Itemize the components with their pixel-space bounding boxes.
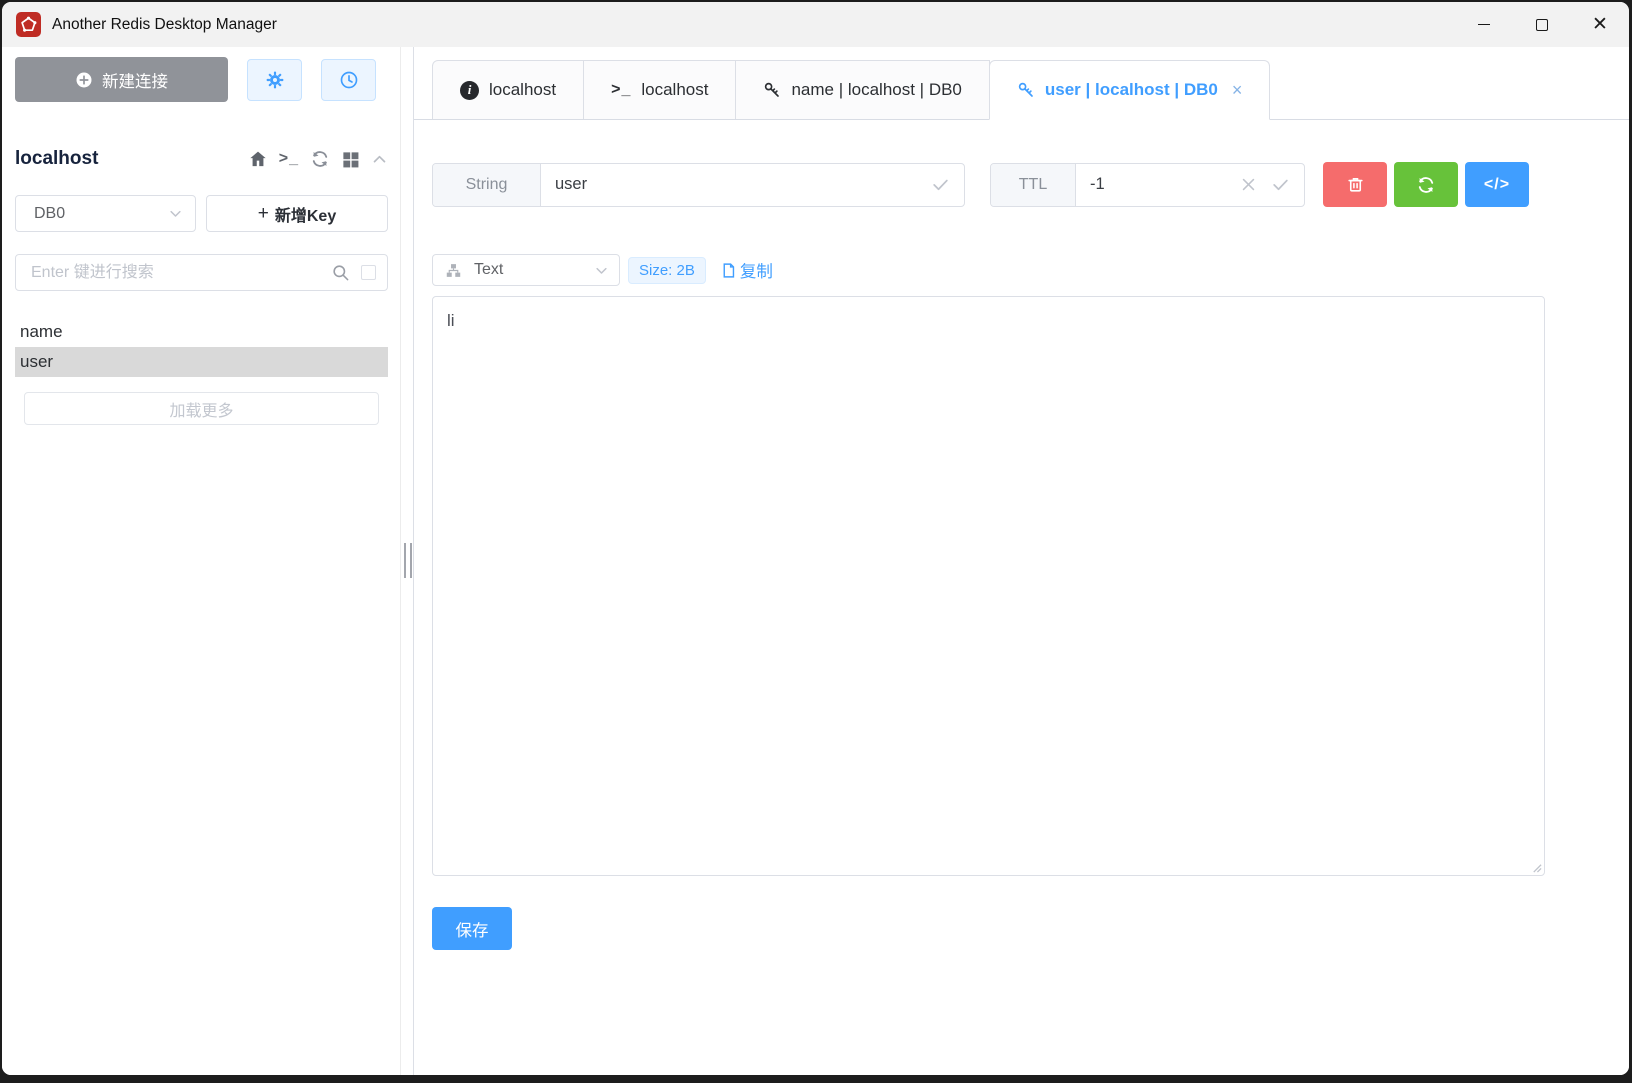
minimize-icon — [1478, 24, 1490, 25]
key-label: user — [20, 352, 53, 372]
clock-icon — [339, 70, 359, 90]
collapse-icon[interactable] — [371, 151, 388, 168]
clear-x-icon[interactable] — [1240, 176, 1257, 193]
minimize-button[interactable] — [1455, 2, 1513, 47]
ttl-group: TTL — [990, 163, 1305, 207]
new-connection-label: 新建连接 — [102, 68, 168, 92]
window-controls: ✕ — [1455, 2, 1629, 47]
key-label: name — [20, 322, 63, 342]
terminal-icon: >_ — [611, 81, 631, 99]
key-header-row: String TTL — [432, 162, 1545, 207]
connection-name: localhost — [15, 148, 98, 170]
tab-server-status[interactable]: i localhost — [432, 60, 584, 119]
copy-value-button[interactable]: 复制 — [720, 258, 773, 282]
divider-drag-handle-icon[interactable] — [404, 543, 412, 578]
key-list-item-selected[interactable]: user — [15, 347, 388, 377]
history-button[interactable] — [321, 59, 376, 101]
tab-label: localhost — [641, 80, 708, 100]
tree-view-icon — [445, 262, 462, 279]
load-more-button[interactable]: 加载更多 — [24, 392, 379, 425]
exact-search-checkbox[interactable] — [361, 265, 376, 280]
app-logo-icon — [16, 12, 41, 37]
ttl-input[interactable] — [1076, 164, 1240, 206]
add-key-button[interactable]: + 新增Key — [206, 195, 388, 232]
tab-terminal[interactable]: >_ localhost — [583, 60, 736, 119]
key-icon — [1017, 81, 1035, 99]
close-button[interactable]: ✕ — [1571, 2, 1629, 47]
key-name-input[interactable] — [541, 164, 931, 206]
key-type-label: String — [433, 164, 541, 206]
gear-icon — [265, 70, 285, 90]
new-connection-button[interactable]: 新建连接 — [15, 57, 228, 102]
terminal-icon[interactable]: >_ — [279, 150, 299, 168]
view-type-select[interactable]: Text — [432, 254, 620, 286]
trash-icon — [1346, 175, 1365, 194]
tab-key-name[interactable]: name | localhost | DB0 — [735, 60, 989, 119]
close-icon: ✕ — [1592, 15, 1608, 34]
window-title: Another Redis Desktop Manager — [52, 16, 277, 34]
tab-label: localhost — [489, 80, 556, 100]
close-tab-icon[interactable]: × — [1232, 80, 1243, 101]
search-icon[interactable] — [331, 263, 350, 282]
info-icon: i — [460, 81, 479, 100]
copy-label: 复制 — [740, 258, 773, 282]
confirm-check-icon[interactable] — [931, 175, 950, 194]
plus-icon: + — [258, 204, 269, 223]
key-name-group: String — [432, 163, 965, 207]
key-icon — [763, 81, 781, 99]
settings-button[interactable] — [247, 59, 302, 101]
sidebar-toolbar: 新建连接 — [15, 57, 388, 102]
value-editor-wrap: li — [432, 296, 1545, 876]
key-detail-panel: String TTL — [414, 120, 1629, 950]
db-select-value: DB0 — [34, 205, 65, 223]
titlebar: Another Redis Desktop Manager ✕ — [2, 2, 1629, 47]
tab-label: user | localhost | DB0 — [1045, 80, 1218, 100]
add-key-label: 新增Key — [275, 202, 336, 226]
chevron-down-icon — [168, 206, 183, 221]
confirm-check-icon[interactable] — [1271, 175, 1290, 194]
view-command-button[interactable]: </> — [1465, 162, 1529, 207]
tab-label: name | localhost | DB0 — [791, 80, 961, 100]
refresh-key-button[interactable] — [1394, 162, 1458, 207]
view-type-value: Text — [474, 261, 503, 279]
ttl-label: TTL — [991, 164, 1076, 206]
key-list-item[interactable]: name — [15, 317, 388, 347]
main-panel: i localhost >_ localhost name | localhos… — [414, 47, 1629, 1075]
grid-icon[interactable] — [341, 150, 360, 169]
plus-circle-icon — [75, 71, 93, 89]
refresh-icon — [1416, 175, 1436, 195]
home-icon[interactable] — [248, 149, 268, 169]
db-row: DB0 + 新增Key — [15, 195, 388, 232]
resize-grip-icon[interactable] — [1531, 862, 1542, 873]
connection-tools: >_ — [248, 149, 388, 169]
maximize-icon — [1536, 19, 1548, 31]
refresh-icon[interactable] — [310, 149, 330, 169]
value-toolbar-row: Text Size: 2B 复制 — [432, 254, 1545, 286]
maximize-button[interactable] — [1513, 2, 1571, 47]
tab-bar: i localhost >_ localhost name | localhos… — [414, 60, 1629, 120]
value-textarea[interactable]: li — [433, 297, 1544, 875]
delete-key-button[interactable] — [1323, 162, 1387, 207]
save-button[interactable]: 保存 — [432, 907, 512, 950]
split-divider[interactable] — [401, 47, 414, 1075]
size-badge: Size: 2B — [628, 257, 706, 284]
key-search-row — [15, 254, 388, 291]
app-body: 新建连接 — [2, 47, 1629, 1075]
key-action-buttons: </> — [1323, 162, 1529, 207]
connection-header: localhost >_ — [15, 148, 388, 170]
key-list: name user — [15, 317, 388, 377]
sidebar: 新建连接 — [2, 47, 401, 1075]
chevron-down-icon — [594, 263, 609, 278]
code-icon: </> — [1484, 176, 1510, 194]
app-window: Another Redis Desktop Manager ✕ 新建连接 — [2, 2, 1629, 1075]
tab-key-user-active[interactable]: user | localhost | DB0 × — [989, 60, 1270, 120]
db-select[interactable]: DB0 — [15, 195, 196, 232]
document-copy-icon — [720, 262, 737, 279]
